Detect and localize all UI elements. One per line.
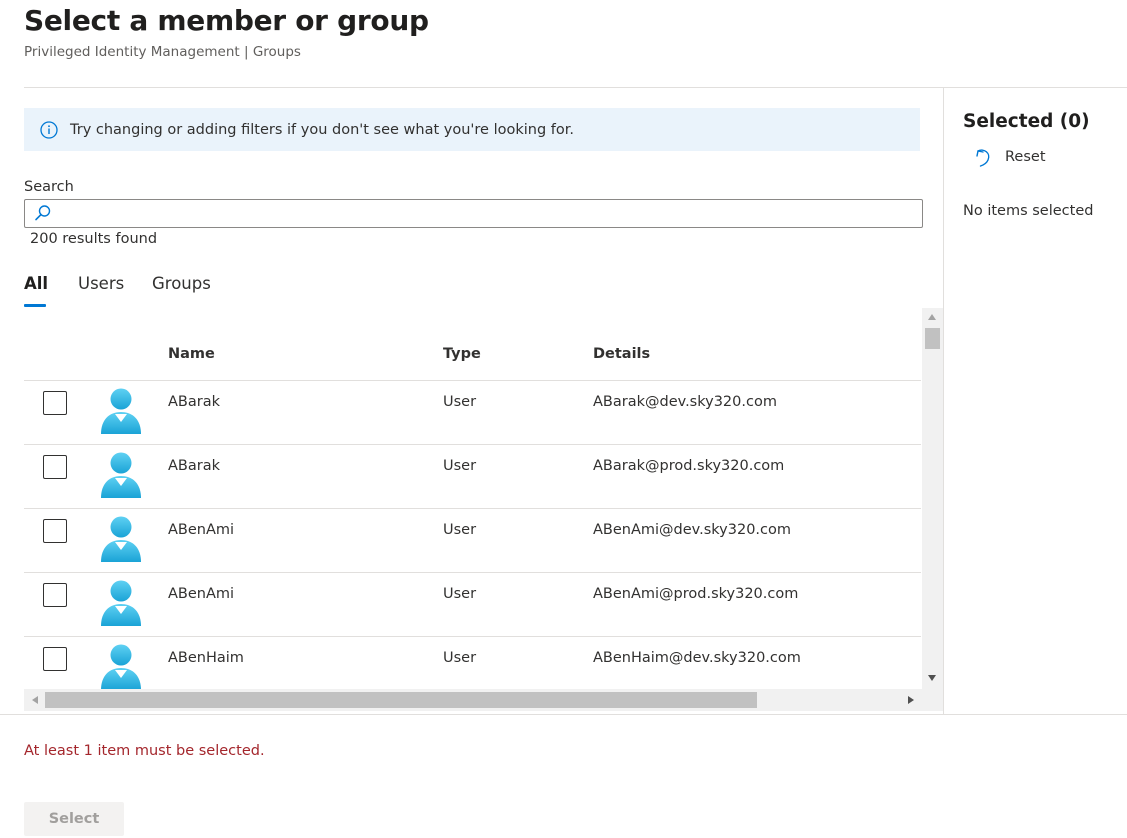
selected-title: Selected (0) [963,111,1090,132]
results-table: Name Type Details ABarak User ABarak@dev… [24,308,943,711]
tab-users[interactable]: Users [78,274,124,293]
page-title: Select a member or group [24,4,429,37]
user-avatar-icon [101,516,141,562]
user-avatar-icon [101,580,141,626]
footer-divider [0,714,1127,715]
panel-divider [943,88,944,714]
user-avatar-icon [101,644,141,690]
tab-all[interactable]: All [24,274,48,293]
info-icon [40,120,58,139]
row-type: User [443,650,477,666]
select-button[interactable]: Select [24,802,124,836]
row-checkbox[interactable] [43,647,67,671]
row-type: User [443,394,477,410]
table-row[interactable]: ABenAmi User ABenAmi@dev.sky320.com [24,508,921,572]
row-checkbox[interactable] [43,519,67,543]
row-name: ABenAmi [168,586,235,602]
header-divider [24,87,1127,88]
row-name: ABenHaim [168,650,244,666]
row-checkbox[interactable] [43,455,67,479]
scroll-up-icon[interactable] [928,314,936,320]
search-box[interactable] [24,199,923,228]
vertical-scroll-thumb[interactable] [925,328,940,349]
empty-selection-text: No items selected [963,203,1094,219]
column-header-type[interactable]: Type [443,346,481,362]
row-checkbox[interactable] [43,391,67,415]
column-header-details[interactable]: Details [593,346,650,362]
tab-groups[interactable]: Groups [152,274,211,293]
search-input[interactable] [57,202,916,226]
search-label: Search [24,179,74,195]
row-name: ABarak [168,458,220,474]
table-row[interactable]: ABarak User ABarak@dev.sky320.com [24,380,921,444]
row-details: ABarak@dev.sky320.com [593,394,777,410]
scroll-right-icon[interactable] [908,696,914,704]
column-header-name[interactable]: Name [168,346,215,362]
active-tab-indicator [24,304,46,307]
undo-icon [976,149,990,167]
table-row[interactable]: ABenAmi User ABenAmi@prod.sky320.com [24,572,921,636]
scroll-left-icon[interactable] [32,696,38,704]
page-subtitle: Privileged Identity Management | Groups [24,44,301,60]
info-banner: Try changing or adding filters if you do… [24,108,920,151]
user-avatar-icon [101,452,141,498]
row-details: ABenHaim@dev.sky320.com [593,650,801,666]
validation-error: At least 1 item must be selected. [24,743,265,759]
horizontal-scrollbar[interactable] [24,689,943,711]
row-name: ABenAmi [168,522,235,538]
row-type: User [443,458,477,474]
table-row[interactable]: ABarak User ABarak@prod.sky320.com [24,444,921,508]
reset-label: Reset [1005,149,1046,165]
search-icon [35,205,51,221]
row-details: ABenAmi@prod.sky320.com [593,586,799,602]
results-count: 200 results found [30,231,158,247]
row-details: ABenAmi@dev.sky320.com [593,522,792,538]
row-details: ABarak@prod.sky320.com [593,458,785,474]
row-type: User [443,586,477,602]
row-type: User [443,522,477,538]
scroll-down-icon[interactable] [928,675,936,681]
horizontal-scroll-thumb[interactable] [45,692,757,708]
info-text: Try changing or adding filters if you do… [70,121,575,138]
user-avatar-icon [101,388,141,434]
row-name: ABarak [168,394,220,410]
vertical-scrollbar[interactable] [922,308,943,689]
row-checkbox[interactable] [43,583,67,607]
reset-button[interactable]: Reset [973,146,1046,168]
